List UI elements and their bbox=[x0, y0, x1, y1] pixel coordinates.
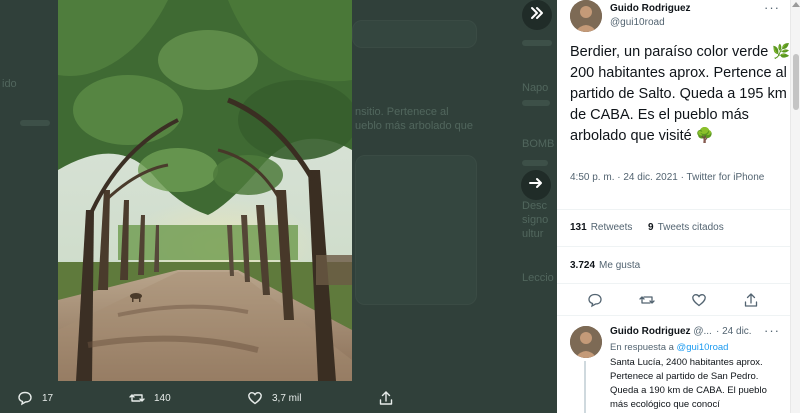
retweets-count: 131 bbox=[570, 222, 587, 233]
retweet-count: 140 bbox=[154, 392, 171, 404]
avatar[interactable] bbox=[570, 0, 602, 32]
bg-snippet: BOMB bbox=[522, 138, 555, 150]
share-icon bbox=[377, 389, 395, 407]
reply-to-mention[interactable]: @gui10road bbox=[677, 342, 729, 353]
likes-label: Me gusta bbox=[599, 260, 641, 271]
media-action-bar: 17 140 3,7 mil bbox=[0, 381, 557, 413]
bg-snippet: Desc bbox=[522, 200, 548, 212]
like-count: 3,7 mil bbox=[272, 392, 302, 404]
tweet-actions bbox=[557, 290, 790, 310]
reply-text: Santa Lucía, 2400 habitantes aprox. Pert… bbox=[610, 357, 767, 410]
reply-icon[interactable] bbox=[587, 292, 603, 308]
author-handle[interactable]: @gui10road bbox=[610, 17, 665, 28]
scroll-up-arrow-icon[interactable] bbox=[792, 2, 800, 7]
next-media-button[interactable] bbox=[521, 170, 551, 200]
bg-snippet: ido bbox=[2, 78, 17, 90]
divider bbox=[557, 209, 790, 210]
share-icon[interactable] bbox=[743, 292, 759, 308]
reply-more-dots-icon[interactable]: ··· bbox=[764, 324, 780, 337]
bg-snippet: nsitio. Pertenece al bbox=[355, 106, 449, 118]
bg-card bbox=[352, 20, 477, 48]
thread-line bbox=[584, 361, 586, 413]
more-dots-icon[interactable]: ··· bbox=[764, 1, 780, 14]
tweet-timestamp[interactable]: 4:50 p. m. · 24 dic. 2021 · Twitter for … bbox=[570, 171, 770, 184]
bg-snippet: ultur bbox=[522, 228, 544, 240]
retweet-icon bbox=[128, 389, 146, 407]
tweet-detail-panel: Guido Rodriguez @gui10road ··· Berdier, … bbox=[557, 0, 800, 413]
bg-line bbox=[20, 120, 50, 126]
divider bbox=[557, 246, 790, 247]
retweets-stat[interactable]: 131 Retweets bbox=[570, 222, 632, 233]
reply-author-name[interactable]: Guido Rodriguez @... bbox=[610, 326, 712, 337]
heart-icon[interactable] bbox=[691, 292, 707, 308]
bg-line bbox=[522, 40, 552, 46]
reply-action[interactable]: 17 bbox=[16, 389, 53, 407]
double-chevron-right-icon bbox=[529, 5, 545, 26]
divider bbox=[557, 283, 790, 284]
retweets-label: Retweets bbox=[590, 222, 633, 233]
reply-avatar[interactable] bbox=[570, 326, 602, 358]
likes-stat[interactable]: 3.724 Me gusta bbox=[570, 260, 640, 271]
reply-to-label: En respuesta a bbox=[610, 342, 674, 353]
retweet-icon[interactable] bbox=[639, 292, 655, 308]
reply-to-line: En respuesta a @gui10road bbox=[610, 342, 728, 353]
retweet-action[interactable]: 140 bbox=[128, 389, 171, 407]
reply-author-name-text: Guido Rodriguez bbox=[610, 326, 691, 337]
bg-snippet: Leccio bbox=[522, 272, 554, 284]
reply-count: 17 bbox=[42, 392, 54, 404]
bg-line bbox=[522, 100, 550, 106]
scrollbar[interactable] bbox=[790, 0, 800, 413]
bg-snippet: signo bbox=[522, 214, 549, 226]
share-action[interactable] bbox=[377, 389, 403, 407]
author-name[interactable]: Guido Rodriguez bbox=[610, 3, 691, 14]
tweet-photo[interactable] bbox=[58, 0, 352, 381]
quotes-count: 9 bbox=[648, 222, 654, 233]
bg-snippet: ueblo más arbolado que bbox=[355, 120, 474, 132]
divider bbox=[557, 315, 790, 316]
bg-line bbox=[522, 160, 548, 166]
photo-image bbox=[58, 0, 352, 381]
reply-handle: @... bbox=[693, 326, 712, 337]
tweet-text: Berdier, un paraíso color verde 🌿 200 ha… bbox=[570, 44, 791, 144]
quotes-stat[interactable]: 9 Tweets citados bbox=[648, 222, 724, 233]
bg-media-card bbox=[355, 155, 477, 305]
like-action[interactable]: 3,7 mil bbox=[246, 389, 301, 407]
reply-icon bbox=[16, 389, 34, 407]
arrow-right-icon bbox=[528, 175, 544, 196]
likes-count: 3.724 bbox=[570, 260, 596, 271]
quotes-label: Tweets citados bbox=[657, 222, 724, 233]
bg-snippet: Napo bbox=[522, 82, 549, 94]
reply-date[interactable]: · 24 dic. bbox=[716, 326, 752, 337]
scroll-thumb[interactable] bbox=[793, 54, 799, 110]
collapse-panel-button[interactable] bbox=[522, 0, 552, 30]
heart-icon bbox=[246, 389, 264, 407]
